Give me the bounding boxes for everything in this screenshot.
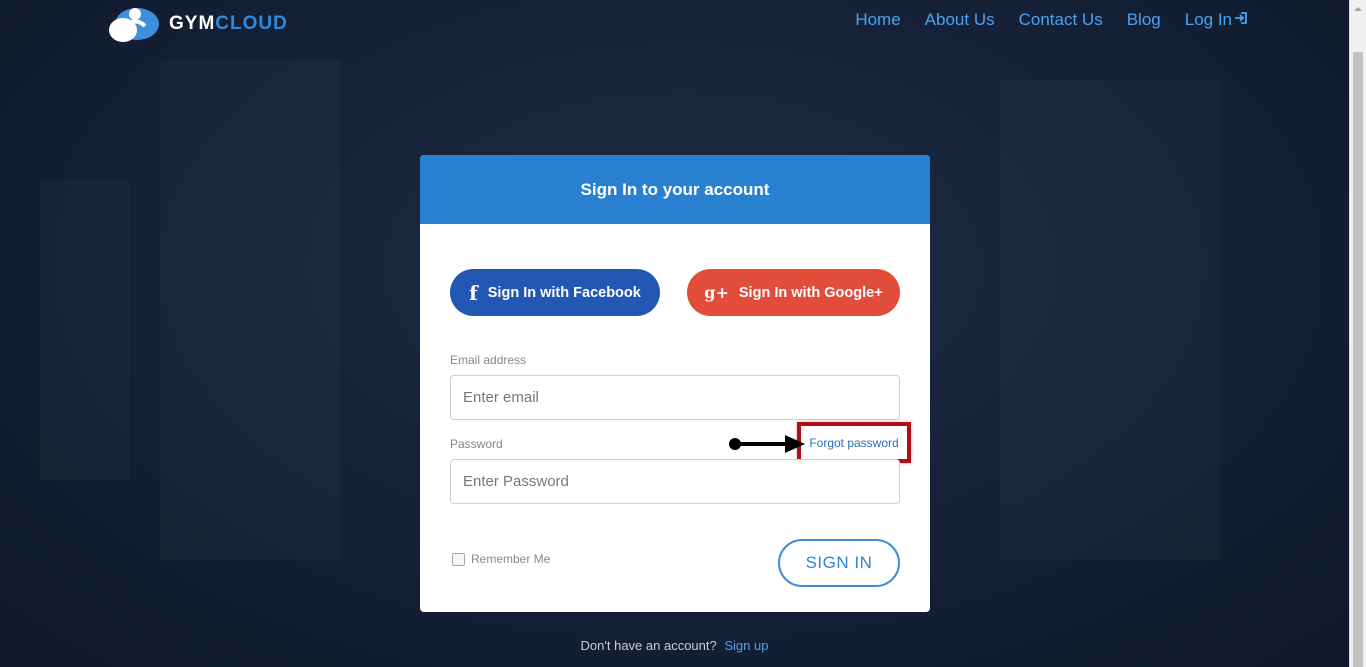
background-decoration	[160, 60, 340, 560]
nav-home[interactable]: Home	[855, 10, 900, 30]
signin-card: Sign In to your account f Sign In with F…	[420, 155, 930, 612]
signup-prompt-text: Don't have an account?	[580, 638, 717, 653]
nav-login[interactable]: Log In	[1185, 10, 1248, 30]
brand-logo[interactable]: GYMCLOUD	[105, 2, 288, 46]
background-decoration	[1000, 80, 1220, 560]
remember-me-checkbox[interactable]	[452, 552, 465, 566]
signin-button[interactable]: SIGN IN	[778, 539, 900, 587]
background-decoration	[40, 180, 130, 480]
email-label: Email address	[450, 353, 527, 367]
facebook-icon: f	[469, 280, 478, 305]
brand-name-part2: CLOUD	[215, 13, 288, 34]
google-plus-icon: g+	[704, 283, 729, 302]
brand-name: GYMCLOUD	[169, 13, 288, 35]
nav-login-label: Log In	[1184, 10, 1232, 29]
top-navigation: Home About Us Contact Us Blog Log In	[855, 10, 1248, 30]
scrollbar-thumb[interactable]	[1353, 52, 1363, 667]
page-scrollbar[interactable]	[1349, 0, 1366, 667]
nav-about[interactable]: About Us	[925, 10, 995, 30]
signup-prompt: Don't have an account? Sign up	[0, 638, 1349, 653]
login-icon	[1234, 11, 1248, 29]
email-input[interactable]	[450, 375, 900, 420]
google-signin-label: Sign In with Google+	[738, 284, 883, 301]
card-title: Sign In to your account	[420, 155, 930, 224]
brand-name-part1: GYM	[169, 13, 216, 34]
facebook-signin-button[interactable]: f Sign In with Facebook	[450, 269, 660, 316]
password-input[interactable]	[450, 459, 900, 504]
nav-contact[interactable]: Contact Us	[1019, 10, 1103, 30]
facebook-signin-label: Sign In with Facebook	[487, 284, 641, 301]
nav-blog[interactable]: Blog	[1127, 10, 1161, 30]
scroll-up-arrow-icon[interactable]	[1350, 0, 1366, 17]
forgot-password-highlight: Forgot password	[797, 422, 911, 463]
signup-link[interactable]: Sign up	[724, 638, 768, 653]
forgot-password-link[interactable]: Forgot password	[809, 436, 898, 450]
arrow-annotation-icon	[729, 435, 805, 453]
remember-me-label: Remember Me	[471, 552, 551, 566]
remember-me[interactable]: Remember Me	[452, 552, 550, 566]
logo-icon	[105, 2, 163, 46]
google-signin-button[interactable]: g+ Sign In with Google+	[687, 269, 900, 316]
password-label: Password	[450, 437, 503, 451]
